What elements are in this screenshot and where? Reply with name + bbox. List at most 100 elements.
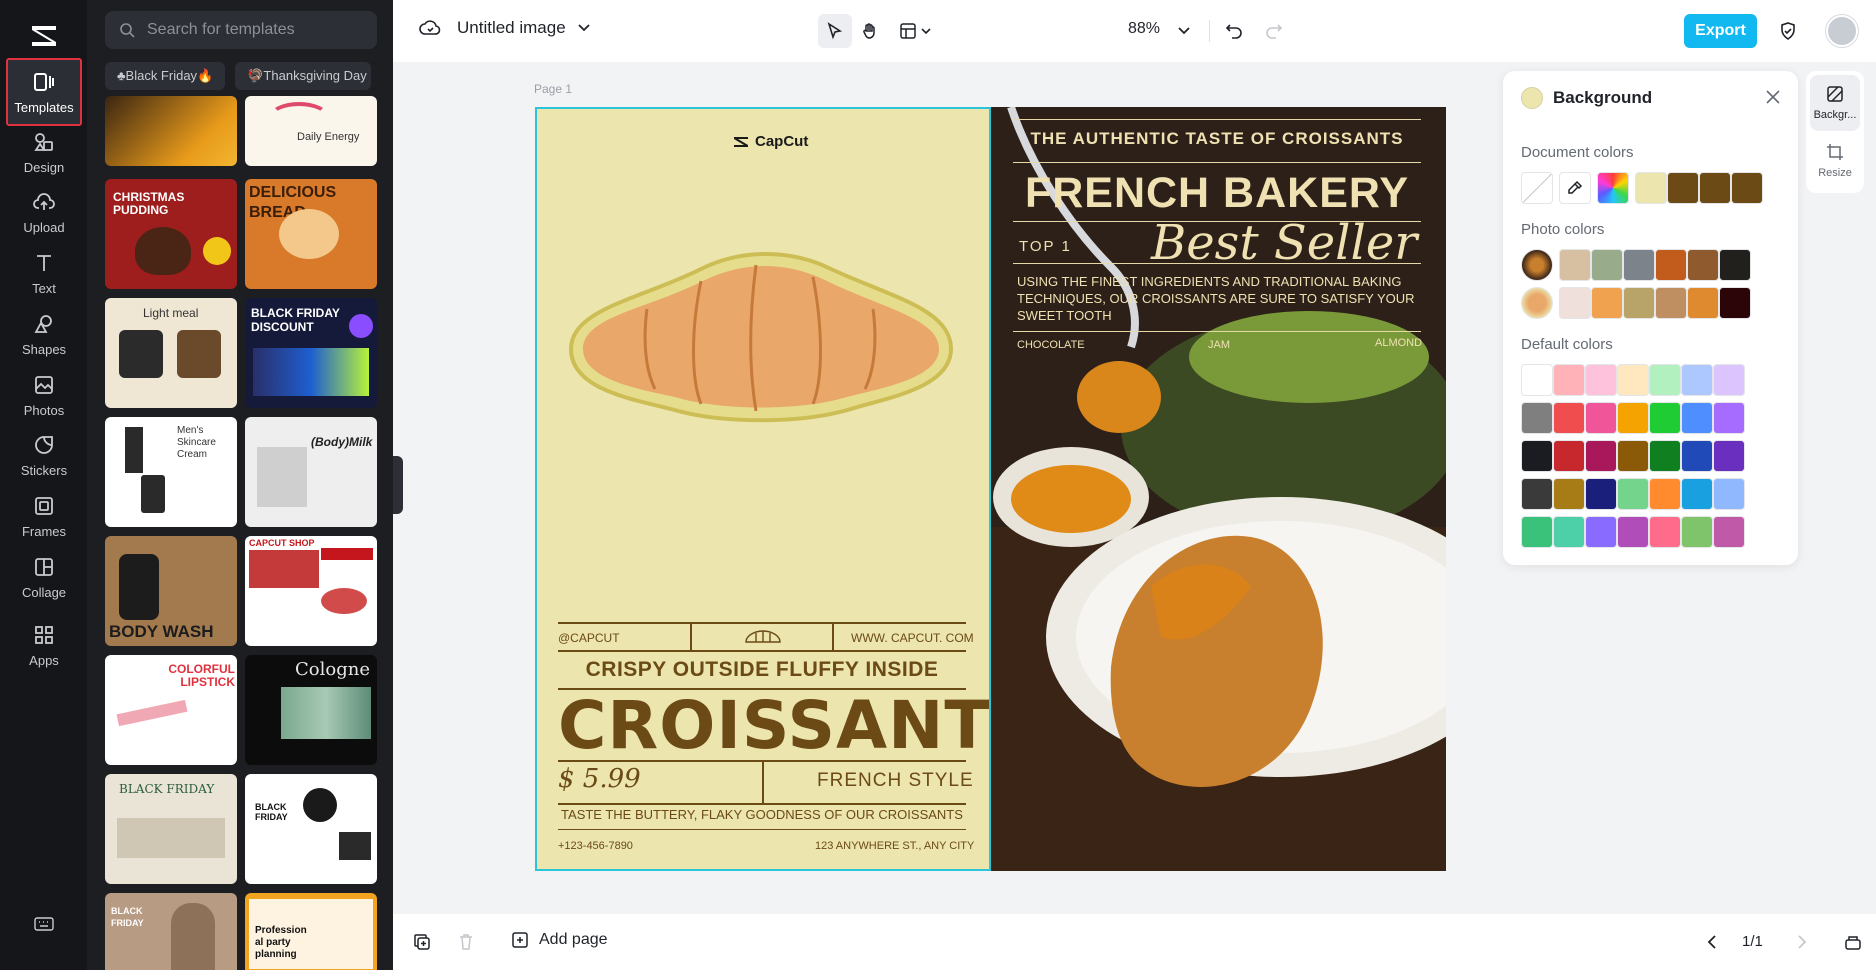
photo-thumb-swatch[interactable] — [1521, 249, 1553, 281]
default-color-swatch[interactable] — [1617, 402, 1649, 434]
rail-text[interactable]: Text — [6, 239, 82, 307]
default-color-swatch[interactable] — [1713, 440, 1745, 472]
tab-background[interactable]: Backgr... — [1810, 75, 1860, 131]
default-color-swatch[interactable] — [1553, 402, 1585, 434]
default-color-swatch[interactable] — [1617, 364, 1649, 396]
default-color-swatch[interactable] — [1553, 364, 1585, 396]
default-color-swatch[interactable] — [1585, 440, 1617, 472]
undo-button[interactable] — [1219, 14, 1249, 48]
poster-left-panel[interactable]: CapCut @CAPCUT WWW. CAPCUT. COM CRISPY O… — [535, 107, 991, 871]
capcut-logo-icon[interactable] — [27, 18, 61, 52]
document-color-swatch[interactable] — [1667, 172, 1699, 204]
redo-button[interactable] — [1259, 14, 1289, 48]
default-color-swatch[interactable] — [1713, 402, 1745, 434]
eyedropper-button[interactable] — [1559, 172, 1591, 204]
rail-stickers[interactable]: Stickers — [6, 421, 82, 489]
template-thumbnail[interactable]: Men's Skincare Cream — [105, 417, 237, 527]
rail-upload[interactable]: Upload — [6, 178, 82, 246]
default-color-swatch[interactable] — [1681, 364, 1713, 396]
default-color-swatch[interactable] — [1585, 364, 1617, 396]
default-color-swatch[interactable] — [1713, 478, 1745, 510]
chip-black-friday[interactable]: ♣Black Friday🔥 — [105, 62, 226, 90]
default-color-swatch[interactable] — [1617, 478, 1649, 510]
export-button[interactable]: Export — [1684, 14, 1757, 48]
photo-color-swatch[interactable] — [1655, 249, 1687, 281]
default-color-swatch[interactable] — [1681, 402, 1713, 434]
photo-thumb-swatch[interactable] — [1521, 287, 1553, 319]
default-color-swatch[interactable] — [1649, 440, 1681, 472]
template-thumbnail[interactable]: CHRISTMAS PUDDING — [105, 179, 237, 289]
default-color-swatch[interactable] — [1553, 440, 1585, 472]
template-thumbnail[interactable] — [105, 96, 237, 166]
default-color-swatch[interactable] — [1585, 478, 1617, 510]
layout-menu-button[interactable] — [893, 14, 937, 48]
template-thumbnail[interactable]: DELICIOUS BREAD — [245, 179, 377, 289]
default-color-swatch[interactable] — [1521, 478, 1553, 510]
poster-right-panel[interactable]: THE AUTHENTIC TASTE OF CROISSANTS FRENCH… — [991, 107, 1446, 871]
template-thumbnail[interactable]: (Body)Milk — [245, 417, 377, 527]
document-title[interactable]: Untitled image — [419, 18, 606, 38]
photo-color-swatch[interactable] — [1687, 249, 1719, 281]
no-color-swatch[interactable] — [1521, 172, 1553, 204]
template-thumbnail[interactable]: BLACK FRIDAY — [105, 893, 237, 970]
zoom-dropdown-button[interactable] — [1173, 14, 1195, 48]
trash-icon[interactable] — [456, 932, 476, 952]
rail-photos[interactable]: Photos — [6, 361, 82, 429]
photo-color-swatch[interactable] — [1591, 287, 1623, 319]
document-color-swatch[interactable] — [1699, 172, 1731, 204]
rail-frames[interactable]: Frames — [6, 482, 82, 550]
default-color-swatch[interactable] — [1617, 440, 1649, 472]
default-color-swatch[interactable] — [1649, 516, 1681, 548]
keyboard-shortcuts-icon[interactable] — [34, 916, 54, 932]
photo-color-swatch[interactable] — [1655, 287, 1687, 319]
default-color-swatch[interactable] — [1553, 516, 1585, 548]
template-thumbnail[interactable]: BLACK FRIDAY — [245, 774, 377, 884]
template-thumbnail[interactable]: BODY WASH — [105, 536, 237, 646]
rail-apps[interactable]: Apps — [6, 611, 82, 679]
template-search-input[interactable]: Search for templates — [105, 11, 377, 49]
photo-color-swatch[interactable] — [1591, 249, 1623, 281]
chevron-right-icon[interactable] — [1791, 932, 1811, 952]
default-color-swatch[interactable] — [1521, 516, 1553, 548]
chevron-left-icon[interactable] — [1703, 932, 1723, 952]
template-thumbnail[interactable]: Daily Energy — [245, 96, 377, 166]
default-color-swatch[interactable] — [1649, 364, 1681, 396]
rail-templates[interactable]: Templates — [6, 58, 82, 126]
photo-color-swatch[interactable] — [1719, 249, 1751, 281]
default-color-swatch[interactable] — [1553, 478, 1585, 510]
custom-color-swatch[interactable] — [1597, 172, 1629, 204]
default-color-swatch[interactable] — [1585, 516, 1617, 548]
photo-color-swatch[interactable] — [1719, 287, 1751, 319]
template-thumbnail[interactable]: BLACK FRIDAY — [105, 774, 237, 884]
default-color-swatch[interactable] — [1521, 440, 1553, 472]
chip-thanksgiving[interactable]: 🦃Thanksgiving Day — [235, 62, 372, 90]
collapse-panel-handle[interactable] — [393, 456, 403, 514]
template-thumbnail[interactable]: COLORFUL LIPSTICK — [105, 655, 237, 765]
default-color-swatch[interactable] — [1585, 402, 1617, 434]
hand-tool-button[interactable] — [853, 14, 887, 48]
user-avatar[interactable] — [1826, 15, 1858, 47]
default-color-swatch[interactable] — [1681, 440, 1713, 472]
default-color-swatch[interactable] — [1713, 516, 1745, 548]
photo-color-swatch[interactable] — [1559, 249, 1591, 281]
shield-button[interactable] — [1773, 14, 1803, 48]
photo-color-swatch[interactable] — [1687, 287, 1719, 319]
add-page-button[interactable]: Add page — [511, 931, 608, 949]
photo-color-swatch[interactable] — [1623, 287, 1655, 319]
default-color-swatch[interactable] — [1713, 364, 1745, 396]
document-color-swatch[interactable] — [1635, 172, 1667, 204]
default-color-swatch[interactable] — [1649, 478, 1681, 510]
template-thumbnail[interactable]: Profession al party planning — [245, 893, 377, 970]
template-thumbnail[interactable]: Cologne — [245, 655, 377, 765]
default-color-swatch[interactable] — [1617, 516, 1649, 548]
template-thumbnail[interactable]: CAPCUT SHOP — [245, 536, 377, 646]
default-color-swatch[interactable] — [1521, 364, 1553, 396]
duplicate-page-icon[interactable] — [412, 932, 432, 952]
default-color-swatch[interactable] — [1649, 402, 1681, 434]
document-color-swatch[interactable] — [1731, 172, 1763, 204]
close-icon[interactable] — [1765, 89, 1781, 105]
photo-color-swatch[interactable] — [1559, 287, 1591, 319]
default-color-swatch[interactable] — [1681, 516, 1713, 548]
zoom-level[interactable]: 88% — [1128, 20, 1160, 38]
rail-collage[interactable]: Collage — [6, 543, 82, 611]
